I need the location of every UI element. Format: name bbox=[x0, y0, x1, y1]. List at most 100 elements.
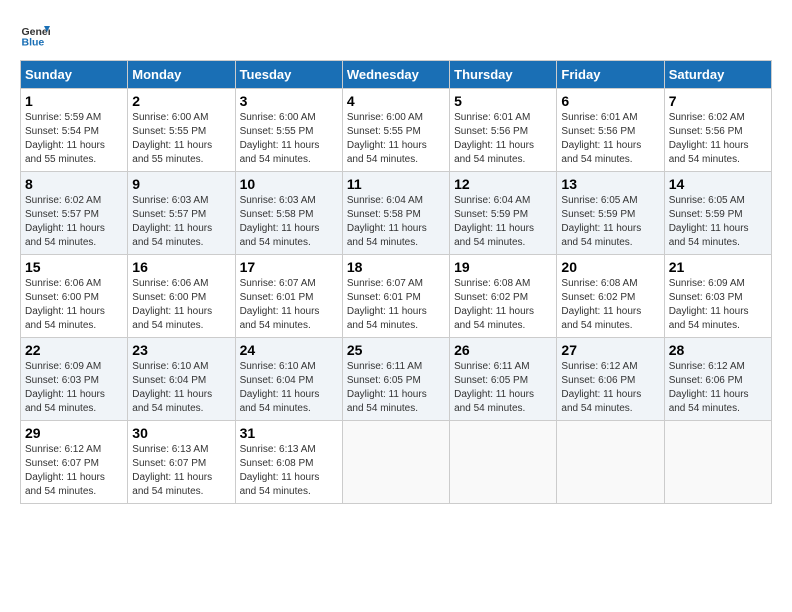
calendar-cell: 12 Sunrise: 6:04 AM Sunset: 5:59 PM Dayli… bbox=[450, 172, 557, 255]
day-info: Sunrise: 6:00 AM Sunset: 5:55 PM Dayligh… bbox=[240, 111, 338, 167]
day-number: 28 bbox=[669, 342, 767, 358]
calendar-cell: 4 Sunrise: 6:00 AM Sunset: 5:55 PM Daylig… bbox=[342, 89, 449, 172]
calendar-cell: 25 Sunrise: 6:11 AM Sunset: 6:05 PM Dayli… bbox=[342, 338, 449, 421]
calendar-week-1: 1 Sunrise: 5:59 AM Sunset: 5:54 PM Daylig… bbox=[21, 89, 772, 172]
calendar-cell: 8 Sunrise: 6:02 AM Sunset: 5:57 PM Daylig… bbox=[21, 172, 128, 255]
svg-text:Blue: Blue bbox=[22, 37, 45, 49]
day-info: Sunrise: 6:10 AM Sunset: 6:04 PM Dayligh… bbox=[240, 360, 338, 416]
day-info: Sunrise: 6:03 AM Sunset: 5:58 PM Dayligh… bbox=[240, 194, 338, 250]
day-number: 22 bbox=[25, 342, 123, 358]
weekday-header-friday: Friday bbox=[557, 61, 664, 89]
calendar-cell: 5 Sunrise: 6:01 AM Sunset: 5:56 PM Daylig… bbox=[450, 89, 557, 172]
day-number: 16 bbox=[132, 259, 230, 275]
calendar-cell: 31Sunrise: 6:13 AM Sunset: 6:08 PM Dayli… bbox=[235, 421, 342, 504]
day-number: 4 bbox=[347, 93, 445, 109]
day-info: Sunrise: 6:11 AM Sunset: 6:05 PM Dayligh… bbox=[454, 360, 552, 416]
day-info: Sunrise: 6:04 AM Sunset: 5:58 PM Dayligh… bbox=[347, 194, 445, 250]
day-info: Sunrise: 6:12 AM Sunset: 6:07 PM Dayligh… bbox=[25, 443, 123, 499]
weekday-header-saturday: Saturday bbox=[664, 61, 771, 89]
weekday-header-monday: Monday bbox=[128, 61, 235, 89]
calendar-cell: 3Sunrise: 6:00 AM Sunset: 5:55 PM Daylig… bbox=[235, 89, 342, 172]
page-header: General Blue bbox=[20, 20, 772, 50]
day-number: 21 bbox=[669, 259, 767, 275]
calendar-cell: 24 Sunrise: 6:10 AM Sunset: 6:04 PM Dayli… bbox=[235, 338, 342, 421]
calendar-cell: 27 Sunrise: 6:12 AM Sunset: 6:06 PM Dayli… bbox=[557, 338, 664, 421]
day-info: Sunrise: 6:09 AM Sunset: 6:03 PM Dayligh… bbox=[25, 360, 123, 416]
day-info: Sunrise: 6:12 AM Sunset: 6:06 PM Dayligh… bbox=[561, 360, 659, 416]
day-info: Sunrise: 6:08 AM Sunset: 6:02 PM Dayligh… bbox=[561, 277, 659, 333]
day-number: 7 bbox=[669, 93, 767, 109]
day-info: Sunrise: 6:04 AM Sunset: 5:59 PM Dayligh… bbox=[454, 194, 552, 250]
calendar-cell bbox=[342, 421, 449, 504]
day-number: 2 bbox=[132, 93, 230, 109]
day-info: Sunrise: 6:12 AM Sunset: 6:06 PM Dayligh… bbox=[669, 360, 767, 416]
day-info: Sunrise: 6:06 AM Sunset: 6:00 PM Dayligh… bbox=[132, 277, 230, 333]
day-number: 15 bbox=[25, 259, 123, 275]
calendar-cell: 20 Sunrise: 6:08 AM Sunset: 6:02 PM Dayli… bbox=[557, 255, 664, 338]
calendar-body: 1 Sunrise: 5:59 AM Sunset: 5:54 PM Daylig… bbox=[21, 89, 772, 504]
day-info: Sunrise: 6:00 AM Sunset: 5:55 PM Dayligh… bbox=[132, 111, 230, 167]
calendar-week-2: 8 Sunrise: 6:02 AM Sunset: 5:57 PM Daylig… bbox=[21, 172, 772, 255]
day-number: 26 bbox=[454, 342, 552, 358]
calendar-cell: 30 Sunrise: 6:13 AM Sunset: 6:07 PM Dayli… bbox=[128, 421, 235, 504]
weekday-header-sunday: Sunday bbox=[21, 61, 128, 89]
day-info: Sunrise: 6:03 AM Sunset: 5:57 PM Dayligh… bbox=[132, 194, 230, 250]
calendar-header-row: SundayMondayTuesdayWednesdayThursdayFrid… bbox=[21, 61, 772, 89]
day-info: Sunrise: 5:59 AM Sunset: 5:54 PM Dayligh… bbox=[25, 111, 123, 167]
day-number: 19 bbox=[454, 259, 552, 275]
day-number: 30 bbox=[132, 425, 230, 441]
day-number: 20 bbox=[561, 259, 659, 275]
weekday-header-tuesday: Tuesday bbox=[235, 61, 342, 89]
calendar-cell: 15Sunrise: 6:06 AM Sunset: 6:00 PM Dayli… bbox=[21, 255, 128, 338]
day-number: 17 bbox=[240, 259, 338, 275]
day-info: Sunrise: 6:02 AM Sunset: 5:56 PM Dayligh… bbox=[669, 111, 767, 167]
calendar-cell: 14Sunrise: 6:05 AM Sunset: 5:59 PM Dayli… bbox=[664, 172, 771, 255]
day-info: Sunrise: 6:07 AM Sunset: 6:01 PM Dayligh… bbox=[240, 277, 338, 333]
day-number: 5 bbox=[454, 93, 552, 109]
day-info: Sunrise: 6:10 AM Sunset: 6:04 PM Dayligh… bbox=[132, 360, 230, 416]
calendar-cell: 9 Sunrise: 6:03 AM Sunset: 5:57 PM Daylig… bbox=[128, 172, 235, 255]
calendar-cell: 19 Sunrise: 6:08 AM Sunset: 6:02 PM Dayli… bbox=[450, 255, 557, 338]
calendar-cell: 13 Sunrise: 6:05 AM Sunset: 5:59 PM Dayli… bbox=[557, 172, 664, 255]
day-info: Sunrise: 6:07 AM Sunset: 6:01 PM Dayligh… bbox=[347, 277, 445, 333]
logo-icon: General Blue bbox=[20, 20, 50, 50]
day-number: 31 bbox=[240, 425, 338, 441]
calendar-cell: 26 Sunrise: 6:11 AM Sunset: 6:05 PM Dayli… bbox=[450, 338, 557, 421]
day-info: Sunrise: 6:08 AM Sunset: 6:02 PM Dayligh… bbox=[454, 277, 552, 333]
calendar-week-4: 22 Sunrise: 6:09 AM Sunset: 6:03 PM Dayli… bbox=[21, 338, 772, 421]
day-number: 24 bbox=[240, 342, 338, 358]
day-number: 29 bbox=[25, 425, 123, 441]
day-number: 10 bbox=[240, 176, 338, 192]
day-number: 1 bbox=[25, 93, 123, 109]
day-number: 18 bbox=[347, 259, 445, 275]
calendar-cell: 1 Sunrise: 5:59 AM Sunset: 5:54 PM Daylig… bbox=[21, 89, 128, 172]
day-number: 9 bbox=[132, 176, 230, 192]
day-number: 27 bbox=[561, 342, 659, 358]
calendar-cell: 11 Sunrise: 6:04 AM Sunset: 5:58 PM Dayli… bbox=[342, 172, 449, 255]
day-info: Sunrise: 6:11 AM Sunset: 6:05 PM Dayligh… bbox=[347, 360, 445, 416]
day-number: 8 bbox=[25, 176, 123, 192]
day-info: Sunrise: 6:02 AM Sunset: 5:57 PM Dayligh… bbox=[25, 194, 123, 250]
day-number: 11 bbox=[347, 176, 445, 192]
day-number: 14 bbox=[669, 176, 767, 192]
day-info: Sunrise: 6:01 AM Sunset: 5:56 PM Dayligh… bbox=[454, 111, 552, 167]
calendar-cell: 22 Sunrise: 6:09 AM Sunset: 6:03 PM Dayli… bbox=[21, 338, 128, 421]
day-info: Sunrise: 6:09 AM Sunset: 6:03 PM Dayligh… bbox=[669, 277, 767, 333]
day-number: 25 bbox=[347, 342, 445, 358]
day-info: Sunrise: 6:13 AM Sunset: 6:07 PM Dayligh… bbox=[132, 443, 230, 499]
calendar-table: SundayMondayTuesdayWednesdayThursdayFrid… bbox=[20, 60, 772, 504]
day-info: Sunrise: 6:01 AM Sunset: 5:56 PM Dayligh… bbox=[561, 111, 659, 167]
day-info: Sunrise: 6:00 AM Sunset: 5:55 PM Dayligh… bbox=[347, 111, 445, 167]
day-info: Sunrise: 6:05 AM Sunset: 5:59 PM Dayligh… bbox=[561, 194, 659, 250]
calendar-cell: 29 Sunrise: 6:12 AM Sunset: 6:07 PM Dayli… bbox=[21, 421, 128, 504]
calendar-cell bbox=[557, 421, 664, 504]
day-number: 13 bbox=[561, 176, 659, 192]
weekday-header-thursday: Thursday bbox=[450, 61, 557, 89]
day-number: 6 bbox=[561, 93, 659, 109]
calendar-cell bbox=[664, 421, 771, 504]
calendar-cell: 21 Sunrise: 6:09 AM Sunset: 6:03 PM Dayli… bbox=[664, 255, 771, 338]
calendar-cell: 7 Sunrise: 6:02 AM Sunset: 5:56 PM Daylig… bbox=[664, 89, 771, 172]
logo: General Blue bbox=[20, 20, 52, 50]
day-number: 12 bbox=[454, 176, 552, 192]
calendar-cell: 23Sunrise: 6:10 AM Sunset: 6:04 PM Dayli… bbox=[128, 338, 235, 421]
